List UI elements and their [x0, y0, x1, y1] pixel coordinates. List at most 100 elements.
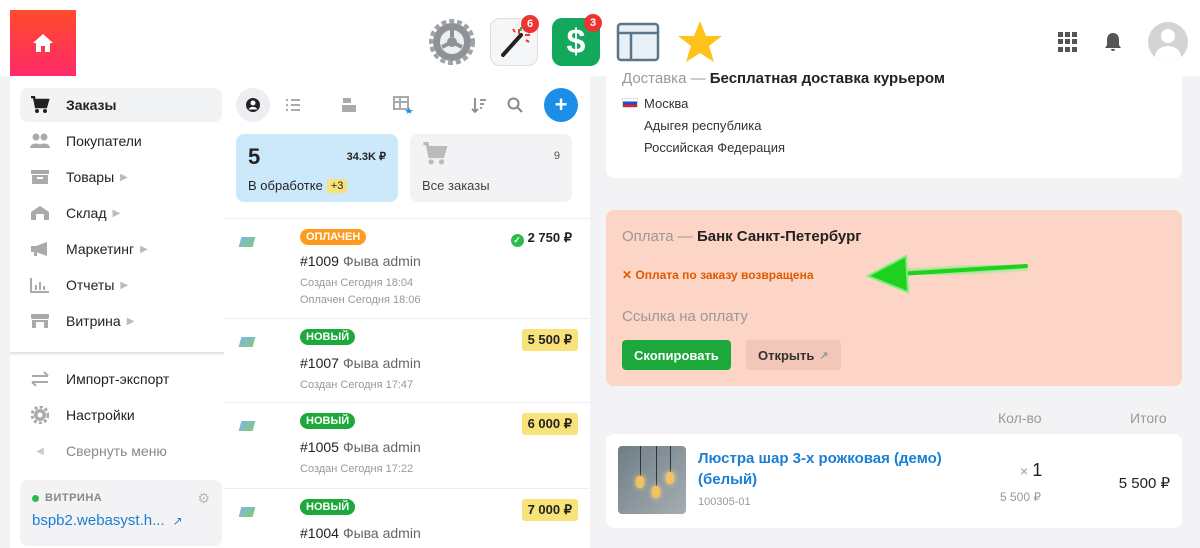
all-orders-count: 9 [553, 150, 560, 162]
view-cards-button[interactable] [236, 88, 270, 122]
order-details-panel: Доставка — Бесплатная доставка курьером … [590, 70, 1200, 548]
status-badge: НОВЫЙ [300, 329, 356, 345]
sidebar-item-label: Отчеты [66, 277, 115, 293]
star-icon [678, 21, 722, 62]
processing-orders-card[interactable]: 5 34.3K ₽ В обработке +3 [236, 134, 398, 202]
open-link-button[interactable]: Открыть ↗ [746, 340, 841, 370]
app-favorites[interactable] [676, 18, 724, 66]
sidebar-item-warehouse[interactable]: Склад ▶ [20, 196, 222, 230]
sidebar-item-settings[interactable]: Настройки [20, 398, 222, 432]
payment-refund-status: ✕ Оплата по заказу возвращена [622, 268, 814, 282]
product-image [618, 446, 686, 514]
order-row-1007[interactable]: НОВЫЙ 5 500 ₽ #1007 Фыва admin Создан Сег… [224, 318, 590, 402]
sidebar: Заказы Покупатели Товары ▶ Склад ▶ Марке… [10, 76, 224, 548]
broken-image-icon [238, 415, 258, 435]
product-sku: 100305-01 [698, 496, 751, 508]
annotation-arrow [865, 254, 1028, 294]
order-number: #1009 Фыва admin [300, 253, 421, 269]
scroll-fade-divider [10, 352, 224, 356]
plus-icon: + [554, 92, 568, 117]
bell-icon[interactable] [1104, 32, 1122, 52]
sidebar-item-label: Заказы [66, 97, 117, 113]
storefront-link-text: bspb2.webasyst.h... [32, 512, 165, 529]
shipping-label: Доставка — [622, 70, 706, 87]
view-list-button[interactable] [276, 88, 310, 122]
order-item-row: Люстра шар 3-х рожковая (демо) (белый) 1… [606, 434, 1182, 528]
storefront-icon [28, 312, 52, 330]
sidebar-item-orders[interactable]: Заказы [20, 88, 222, 122]
russia-flag-icon [622, 98, 638, 108]
add-order-button[interactable]: + [544, 88, 578, 122]
sort-button[interactable] [462, 88, 496, 122]
check-circle-icon: ✓ [510, 234, 524, 247]
sidebar-item-label: Настройки [66, 407, 135, 423]
all-orders-card[interactable]: 9 Все заказы [410, 134, 572, 202]
sidebar-item-marketing[interactable]: Маркетинг ▶ [20, 232, 222, 266]
sidebar-item-collapse[interactable]: ◀ Свернуть меню [20, 434, 222, 468]
sidebar-item-label: Склад [66, 205, 107, 221]
order-customer: Фыва admin [342, 439, 421, 455]
register-icon [342, 98, 356, 112]
sidebar-item-storefront[interactable]: Витрина ▶ [20, 304, 222, 338]
status-badge: НОВЫЙ [300, 413, 356, 429]
order-number-text: #1009 [300, 253, 339, 269]
site-window-icon [616, 22, 660, 62]
order-row-1004[interactable]: НОВЫЙ 7 000 ₽ #1004 Фыва admin [224, 488, 590, 548]
user-circle-icon [246, 98, 260, 112]
storefront-title-text: ВИТРИНА [45, 492, 103, 504]
home-button[interactable] [10, 10, 76, 76]
order-amount: 5 500 ₽ [521, 329, 578, 351]
chevron-right-icon: ▶ [140, 243, 148, 255]
order-customer: Фыва admin [342, 355, 421, 371]
order-amount: ✓ 2 750 ₽ [505, 227, 578, 250]
status-dot [32, 494, 39, 502]
order-paid: Оплачен Сегодня 18:06 [300, 294, 421, 306]
order-customer: Фыва admin [342, 253, 421, 269]
shipping-region: Адыгея республика [644, 118, 762, 133]
order-row-1005[interactable]: НОВЫЙ 6 000 ₽ #1005 Фыва admin Создан Сег… [224, 402, 590, 488]
sidebar-item-customers[interactable]: Покупатели [20, 124, 222, 158]
status-badge: ОПЛАЧЕН [300, 229, 367, 245]
order-row-1009[interactable]: ОПЛАЧЕН ✓ 2 750 ₽ #1009 Фыва admin Создан … [224, 218, 590, 318]
item-quantity: × 1 [1020, 460, 1042, 481]
copy-link-button[interactable]: Скопировать [622, 340, 731, 370]
order-number-text: #1004 [300, 525, 339, 541]
app-shop[interactable]: $ 3 [552, 14, 602, 66]
order-amount-text: 2 750 ₽ [527, 230, 572, 245]
app-settings[interactable] [428, 18, 476, 66]
home-icon [33, 34, 53, 52]
order-created: Создан Сегодня 17:22 [300, 463, 414, 475]
order-number: #1004 Фыва admin [300, 525, 421, 541]
products-icon [28, 168, 52, 186]
shop-badge: 3 [584, 14, 602, 32]
payment-label: Оплата — [622, 228, 693, 245]
avatar[interactable] [1148, 22, 1188, 62]
sort-icon [471, 98, 486, 113]
processing-sum: 34.3K ₽ [346, 151, 386, 163]
item-unit-price: 5 500 ₽ [1000, 490, 1041, 504]
storefront-link[interactable]: bspb2.webasyst.h... ↗ [32, 512, 210, 529]
sidebar-item-import-export[interactable]: Импорт-экспорт [20, 362, 222, 396]
search-button[interactable] [498, 88, 532, 122]
broken-image-icon [238, 331, 258, 351]
view-kanban-button[interactable] [332, 88, 366, 122]
order-amount: 6 000 ₽ [521, 413, 578, 435]
app-magic[interactable]: 6 [490, 15, 539, 66]
chevron-right-icon: ▶ [120, 279, 129, 291]
table-star-icon [393, 96, 413, 114]
product-name-link[interactable]: Люстра шар 3-х рожковая (демо) (белый) [698, 448, 958, 490]
status-badge: НОВЫЙ [300, 499, 356, 515]
sidebar-item-reports[interactable]: Отчеты ▶ [20, 268, 222, 302]
view-table-button[interactable] [386, 88, 420, 122]
processing-label: В обработке +3 [248, 178, 348, 193]
sidebar-item-products[interactable]: Товары ▶ [20, 160, 222, 194]
external-link-icon: ↗ [819, 349, 829, 362]
top-bar: 6 $ 3 [0, 0, 1200, 76]
app-site[interactable] [614, 18, 662, 66]
order-created: Создан Сегодня 17:47 [300, 379, 414, 391]
order-number: #1007 Фыва admin [300, 355, 421, 371]
gear-icon[interactable]: ⚙ [197, 490, 210, 507]
apps-grid-icon[interactable] [1058, 32, 1078, 52]
orders-list-panel: + 5 34.3K ₽ В обработке +3 9 Все заказы … [224, 76, 590, 548]
top-right-controls [1058, 22, 1188, 62]
